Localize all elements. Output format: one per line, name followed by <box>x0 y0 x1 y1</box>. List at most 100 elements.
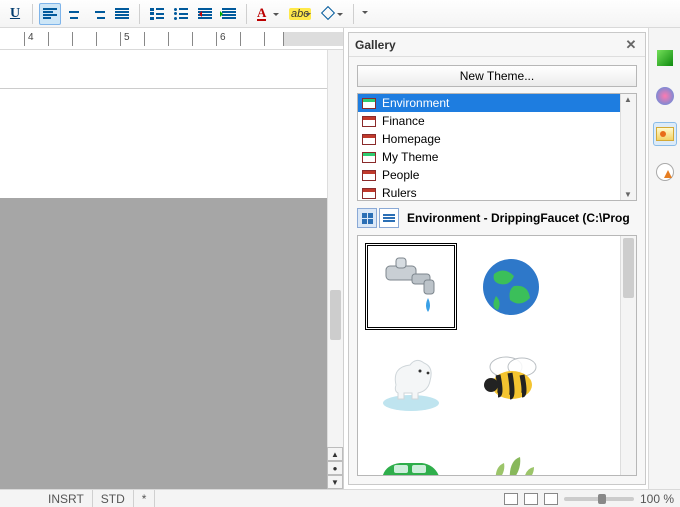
modified-indicator-cell[interactable]: * <box>134 490 156 507</box>
cube-icon <box>657 50 673 66</box>
gallery-thumb-dripping-faucet[interactable] <box>366 244 456 329</box>
horizontal-ruler[interactable] <box>0 28 343 50</box>
document-area: ▲ ● ▼ <box>0 28 344 489</box>
gallery-panel: Gallery ✕ New Theme... Environment Financ… <box>348 32 646 485</box>
sidebar-gallery-button[interactable] <box>653 122 677 146</box>
separator <box>246 4 247 24</box>
gallery-thumb-polar-bear[interactable] <box>366 337 456 422</box>
theme-item-label: People <box>382 168 419 182</box>
ruler-mark <box>120 32 121 46</box>
gallery-thumb-green-car[interactable] <box>366 430 456 476</box>
detail-view-button[interactable] <box>379 208 399 228</box>
scrollbar-thumb[interactable] <box>330 290 341 340</box>
gallery-path-label: Environment - DrippingFaucet (C:\Prog <box>407 211 630 225</box>
view-layout-multi-icon[interactable] <box>524 493 538 505</box>
theme-list-item[interactable]: My Theme <box>358 148 620 166</box>
separator <box>139 4 140 24</box>
gallery-thumbnail-area <box>357 235 637 476</box>
status-bar: INSRT STD * 100 % <box>0 489 680 507</box>
theme-list-item[interactable]: Finance <box>358 112 620 130</box>
sidebar-styles-button[interactable] <box>653 84 677 108</box>
zoom-slider[interactable] <box>564 497 634 501</box>
increase-indent-icon <box>222 8 236 20</box>
font-color-button[interactable]: A <box>253 3 283 25</box>
gallery-header: Gallery ✕ <box>349 33 645 57</box>
theme-folder-icon <box>362 98 376 109</box>
ruler-mark <box>24 32 25 46</box>
theme-item-label: Homepage <box>382 132 441 146</box>
view-layout-single-icon[interactable] <box>504 493 518 505</box>
list-icon <box>383 214 395 222</box>
increase-indent-button[interactable] <box>218 3 240 25</box>
theme-folder-icon <box>362 188 376 199</box>
ruler-margin-end <box>283 32 343 46</box>
gallery-title: Gallery <box>355 38 396 52</box>
align-justify-button[interactable] <box>111 3 133 25</box>
toolbar-overflow-button[interactable] <box>360 3 370 25</box>
highlight-button[interactable]: abc <box>285 3 315 25</box>
compass-icon <box>656 163 674 181</box>
thumbnail-scrollbar[interactable] <box>620 236 636 475</box>
gallery-view-bar: Environment - DrippingFaucet (C:\Prog <box>357 207 637 229</box>
gallery-thumb-earth-globe[interactable] <box>466 244 556 329</box>
gallery-icon <box>656 127 674 141</box>
gallery-thumb-bee[interactable] <box>466 337 556 422</box>
grid-icon <box>362 213 373 224</box>
align-center-button[interactable] <box>63 3 85 25</box>
selection-mode-cell[interactable]: STD <box>93 490 134 507</box>
new-theme-label: New Theme... <box>460 69 534 83</box>
theme-folder-icon <box>362 152 376 163</box>
theme-item-label: Finance <box>382 114 425 128</box>
people-icon <box>656 87 674 105</box>
scrollbar-thumb[interactable] <box>623 238 634 298</box>
theme-folder-icon <box>362 170 376 181</box>
theme-list-item[interactable]: Rulers <box>358 184 620 200</box>
font-color-icon: A <box>257 7 266 21</box>
align-right-icon <box>91 8 105 20</box>
bucket-icon <box>321 7 335 21</box>
bullet-list-icon <box>174 8 188 20</box>
document-viewport[interactable]: ▲ ● ▼ <box>0 50 343 489</box>
page-body-area[interactable] <box>0 88 331 198</box>
numbered-list-button[interactable] <box>146 3 168 25</box>
theme-folder-icon <box>362 134 376 145</box>
new-theme-button[interactable]: New Theme... <box>357 65 637 87</box>
formatting-toolbar: U A abc <box>0 0 680 28</box>
separator <box>32 4 33 24</box>
gallery-close-button[interactable]: ✕ <box>623 37 639 53</box>
ruler-mark <box>216 32 217 46</box>
decrease-indent-button[interactable] <box>194 3 216 25</box>
nav-menu-button[interactable]: ● <box>327 461 343 475</box>
next-page-button[interactable]: ▼ <box>327 475 343 489</box>
align-center-icon <box>67 8 81 20</box>
numbered-list-icon <box>150 8 164 20</box>
align-left-icon <box>43 8 57 20</box>
sidebar-navigator-button[interactable] <box>653 160 677 184</box>
icon-view-button[interactable] <box>357 208 377 228</box>
theme-item-label: Rulers <box>382 186 417 200</box>
align-left-button[interactable] <box>39 3 61 25</box>
highlight-icon: abc <box>289 8 311 20</box>
underline-icon: U <box>10 6 20 22</box>
underline-button[interactable]: U <box>4 3 26 25</box>
view-layout-book-icon[interactable] <box>544 493 558 505</box>
bullet-list-button[interactable] <box>170 3 192 25</box>
theme-list-scrollbar[interactable] <box>620 94 636 200</box>
theme-item-label: My Theme <box>382 150 438 164</box>
align-justify-icon <box>115 8 129 20</box>
sidebar-properties-button[interactable] <box>653 46 677 70</box>
vertical-scrollbar[interactable]: ▲ ● ▼ <box>327 50 343 489</box>
theme-list-item[interactable]: Environment <box>358 94 620 112</box>
align-right-button[interactable] <box>87 3 109 25</box>
background-color-button[interactable] <box>317 3 347 25</box>
separator <box>353 4 354 24</box>
decrease-indent-icon <box>198 8 212 20</box>
zoom-percent-label[interactable]: 100 % <box>640 492 674 506</box>
prev-page-button[interactable]: ▲ <box>327 447 343 461</box>
gallery-thumb-plant-sprout[interactable] <box>466 430 556 476</box>
theme-list-item[interactable]: Homepage <box>358 130 620 148</box>
insert-mode-cell[interactable]: INSRT <box>40 490 93 507</box>
theme-list-item[interactable]: People <box>358 166 620 184</box>
sidebar-tabs <box>648 28 680 489</box>
theme-listbox: Environment Finance Homepage My Theme People… <box>357 93 637 201</box>
